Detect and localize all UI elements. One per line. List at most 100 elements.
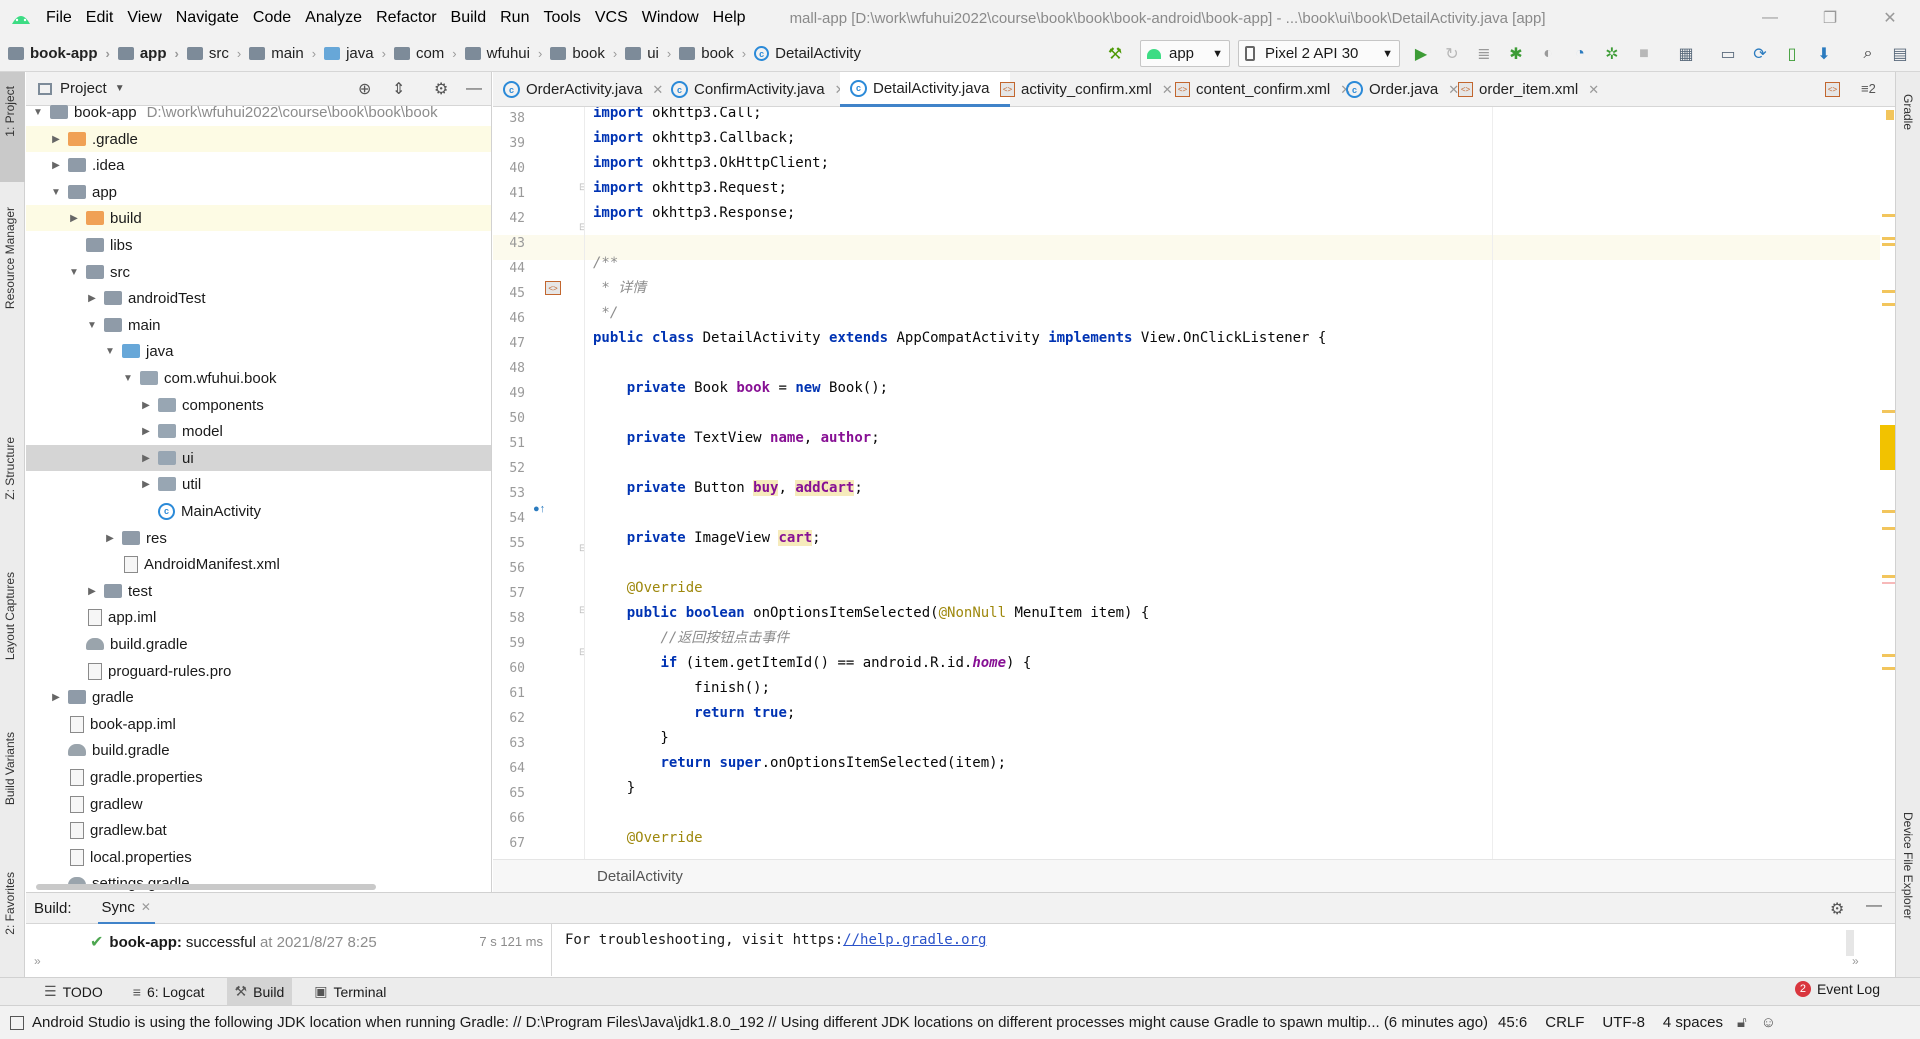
horizontal-scrollbar[interactable] [36,884,376,890]
file-encoding[interactable]: UTF-8 [1602,1014,1645,1031]
device-manager-icon[interactable]: ▯ [1782,44,1802,64]
collapsed-arrow-icon[interactable]: ▶ [86,586,98,597]
run-icon[interactable]: ▶ [1411,44,1431,64]
close-tab-icon[interactable]: ✕ [141,900,151,914]
crumb-detail-activity[interactable]: c DetailActivity [754,45,861,62]
debug-icon[interactable]: ✱ [1506,44,1526,64]
menu-analyze[interactable]: Analyze [305,9,362,27]
tab-partial[interactable]: <> [1815,72,1846,107]
lock-icon[interactable]: 🔓︎ [1737,1014,1747,1031]
toggle-tool-windows-icon[interactable] [10,1015,24,1030]
crumb-wfuhui[interactable]: wfuhui › [464,45,542,62]
warning-marker[interactable] [1882,243,1895,246]
tool-tab-todo[interactable]: ☰ TODO [36,978,111,1006]
warning-marker[interactable] [1882,214,1895,217]
tree-item[interactable]: ▶ .gradle [26,126,491,152]
tool-tab-logcat[interactable]: ≡ 6: Logcat [125,978,213,1006]
tree-item[interactable]: ▼ com.wfuhui.book [26,365,491,391]
crumb-ui[interactable]: ui › [625,45,671,62]
tool-tab-structure[interactable]: Z: Structure [3,437,17,500]
menu-vcs[interactable]: VCS [595,9,628,27]
override-marker-icon[interactable]: ●↑ [533,503,545,515]
device-select[interactable]: Pixel 2 API 30 ▼ [1238,40,1400,67]
tree-item[interactable]: gradlew.bat [26,817,491,843]
warning-marker[interactable] [1886,110,1894,120]
tree-item[interactable]: ▼ main [26,312,491,338]
tree-item[interactable]: ▶ components [26,392,491,418]
warning-marker[interactable] [1882,654,1895,657]
tree-item[interactable]: ▶ androidTest [26,285,491,311]
tree-item[interactable]: gradlew [26,791,491,817]
crumb-java[interactable]: java › [324,45,386,62]
settings-gear-icon[interactable]: ⚙ [1830,899,1844,919]
tree-item[interactable]: c MainActivity [26,498,491,524]
collapsed-arrow-icon[interactable]: ▶ [140,426,152,437]
tree-item[interactable]: ▼ book-app D:\work\wfuhui2022\course\book\… [26,99,491,125]
indent-setting[interactable]: 4 spaces [1663,1014,1723,1031]
menu-view[interactable]: View [127,9,161,27]
collapse-all-icon[interactable]: ⇕ [392,79,405,99]
tab-detail-activity[interactable]: cDetailActivity.java✕ [840,72,1011,107]
warning-marker[interactable] [1882,575,1895,578]
scroll-thumb[interactable] [1880,425,1895,470]
tool-tab-terminal[interactable]: ▣ Terminal [306,978,394,1006]
expanded-arrow-icon[interactable]: ▼ [32,107,44,118]
crumb-book[interactable]: book › [550,45,617,62]
warning-marker[interactable] [1882,510,1895,513]
menu-file[interactable]: File [46,9,72,27]
collapsed-arrow-icon[interactable]: ▶ [140,453,152,464]
menu-navigate[interactable]: Navigate [176,9,239,27]
menu-refactor[interactable]: Refactor [376,9,436,27]
tree-item[interactable]: book-app.iml [26,711,491,737]
tree-item[interactable]: ▶ res [26,525,491,551]
avd-manager-icon[interactable]: ▭ [1718,44,1738,64]
coverage-icon[interactable]: ◐ [1538,44,1558,64]
tree-item[interactable]: local.properties [26,844,491,870]
gradle-help-link[interactable]: //help.gradle.org [843,932,986,948]
tab-order-activity[interactable]: c OrderActivity.java ✕ [493,72,663,107]
sdk-manager-icon[interactable]: ⬇ [1814,44,1834,64]
crumb-src[interactable]: src › [186,45,241,62]
run-config-select[interactable]: app ▼ [1140,40,1230,67]
search-icon[interactable]: ⌕ [1858,44,1878,64]
close-window-icon[interactable]: ✕ [1860,0,1920,36]
crumb-com[interactable]: com › [393,45,457,62]
tool-tab-layout-captures[interactable]: Layout Captures [3,572,17,660]
tree-item[interactable]: build.gradle [26,737,491,763]
tree-item[interactable]: app.iml [26,604,491,630]
attach-debugger-icon[interactable]: ✲ [1602,44,1622,64]
expand-icon[interactable]: » [1852,954,1859,968]
menu-code[interactable]: Code [253,9,291,27]
tree-item[interactable]: ▼ app [26,179,491,205]
project-view-select[interactable]: Project [60,80,107,97]
tree-item[interactable]: ▼ src [26,259,491,285]
expanded-arrow-icon[interactable]: ▼ [104,346,116,357]
tree-item[interactable]: ▶ build [26,205,491,231]
warning-marker[interactable] [1882,303,1895,306]
tab-order-java[interactable]: c Order.java ✕ [1336,72,1459,107]
status-message[interactable]: Android Studio is using the following JD… [32,1014,1488,1031]
tab-order-item-xml[interactable]: <> order_item.xml ✕ [1448,72,1599,107]
crumb-book-pkg[interactable]: book › [679,45,746,62]
tree-item[interactable]: ▶ util [26,471,491,497]
menu-tools[interactable]: Tools [543,9,580,27]
collapsed-arrow-icon[interactable]: ▶ [140,479,152,490]
settings-icon[interactable]: ▤ [1890,44,1910,64]
crumb-app[interactable]: app › [117,45,179,62]
caret-position[interactable]: 45:6 [1498,1014,1527,1031]
settings-gear-icon[interactable]: ⚙ [434,79,448,99]
collapsed-arrow-icon[interactable]: ▶ [50,692,62,703]
tree-item[interactable]: libs [26,232,491,258]
tree-item[interactable]: ▶ gradle [26,684,491,710]
menu-edit[interactable]: Edit [86,9,114,27]
apply-changes-icon[interactable]: ≣ [1474,44,1494,64]
build-result-row[interactable]: ✔ book-app: successful at 2021/8/27 8:25 [90,932,377,952]
menu-help[interactable]: Help [713,9,746,27]
expanded-arrow-icon[interactable]: ▼ [68,267,80,278]
hide-panel-icon[interactable]: — [466,80,482,98]
tool-tab-resource-manager[interactable]: Resource Manager [3,207,17,309]
tree-item[interactable]: ▶ test [26,578,491,604]
tool-tab-project[interactable]: 1: Project [3,86,17,137]
tree-item[interactable]: build.gradle [26,631,491,657]
collapsed-arrow-icon[interactable]: ▶ [50,134,62,145]
